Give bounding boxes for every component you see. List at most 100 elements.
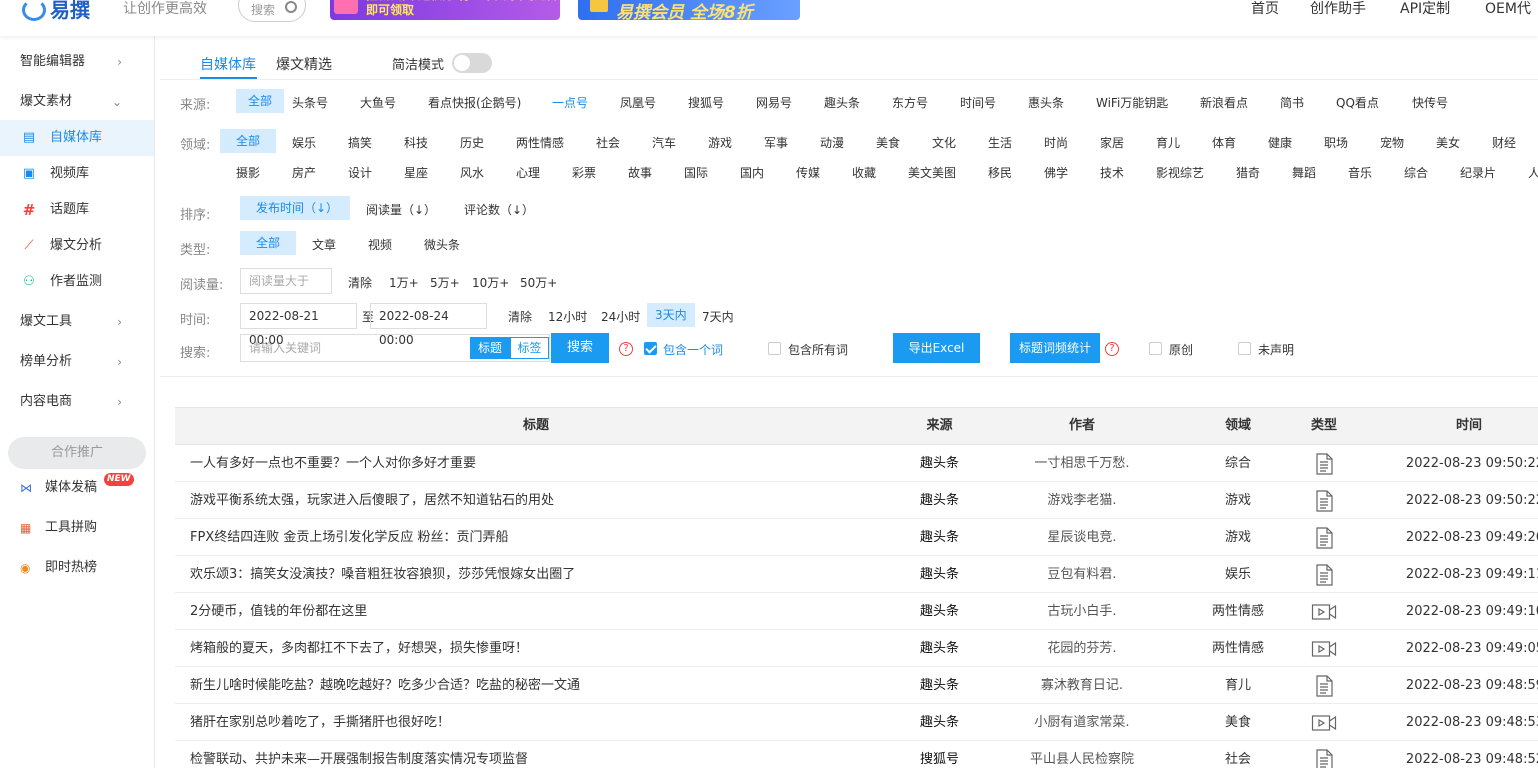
- source-option[interactable]: 趣头条: [824, 94, 860, 111]
- domain-option[interactable]: 人: [1528, 164, 1538, 181]
- row-title[interactable]: 检警联动、共护未来—开展强制报告制度落实情况专项监督: [190, 741, 890, 768]
- domain-option[interactable]: 时尚: [1044, 134, 1068, 151]
- help-icon[interactable]: ?: [619, 342, 633, 356]
- sidebar-group-editor[interactable]: 智能编辑器 ›: [0, 44, 154, 80]
- source-option[interactable]: 新浪看点: [1200, 94, 1248, 111]
- read-clear[interactable]: 清除: [348, 274, 372, 291]
- search-scope-tag[interactable]: 标签: [510, 337, 549, 359]
- contains-all-checkbox[interactable]: [768, 342, 781, 355]
- row-author[interactable]: 古玩小白手.: [982, 593, 1182, 630]
- type-all[interactable]: 全部: [240, 231, 296, 255]
- domain-option[interactable]: 国内: [740, 164, 764, 181]
- domain-option[interactable]: 美食: [876, 134, 900, 151]
- sidebar-group-rank[interactable]: 榜单分析 ›: [0, 344, 154, 380]
- row-title[interactable]: 2分硬币，值钱的年份都在这里: [190, 593, 890, 630]
- help-icon[interactable]: ?: [1105, 342, 1119, 356]
- source-option[interactable]: 头条号: [292, 94, 328, 111]
- nav-assistant[interactable]: 创作助手: [1310, 0, 1366, 18]
- sort-publish-time[interactable]: 发布时间（↓）: [240, 196, 350, 220]
- domain-option[interactable]: 房产: [292, 164, 316, 181]
- original-checkbox[interactable]: [1149, 342, 1162, 355]
- row-title[interactable]: 欢乐颂3：搞笑女没演技？嗓音粗狂妆容狼狈，莎莎凭恨嫁女出圈了: [190, 556, 890, 593]
- undeclared-checkbox[interactable]: [1238, 342, 1251, 355]
- nav-oem[interactable]: OEM代: [1485, 0, 1531, 18]
- col-author[interactable]: 作者: [982, 408, 1182, 444]
- sidebar-item-author-monitor[interactable]: ⚇ 作者监测: [0, 264, 154, 300]
- row-title[interactable]: 游戏平衡系统太强，玩家进入后傻眼了，居然不知道钻石的用处: [190, 482, 890, 519]
- top-search-input[interactable]: 搜索: [238, 0, 306, 22]
- domain-option[interactable]: 美女: [1436, 134, 1460, 151]
- row-author[interactable]: 小厨有道家常菜.: [982, 704, 1182, 741]
- col-source[interactable]: 来源: [897, 408, 982, 444]
- nav-api[interactable]: API定制: [1400, 0, 1450, 18]
- row-author[interactable]: 寡沐教育日记.: [982, 667, 1182, 704]
- domain-option[interactable]: 美文美图: [908, 164, 956, 181]
- time-7d[interactable]: 7天内: [702, 308, 734, 325]
- domain-option[interactable]: 国际: [684, 164, 708, 181]
- search-button[interactable]: 搜索: [551, 333, 609, 363]
- domain-option[interactable]: 家居: [1100, 134, 1124, 151]
- domain-option[interactable]: 财经: [1492, 134, 1516, 151]
- domain-option[interactable]: 影视综艺: [1156, 164, 1204, 181]
- source-option[interactable]: WiFi万能钥匙: [1096, 94, 1168, 111]
- time-24h[interactable]: 24小时: [601, 308, 640, 325]
- col-title[interactable]: 标题: [175, 408, 897, 444]
- source-option[interactable]: 网易号: [756, 94, 792, 111]
- domain-option[interactable]: 设计: [348, 164, 372, 181]
- source-option[interactable]: 东方号: [892, 94, 928, 111]
- read-100k[interactable]: 10万+: [472, 274, 509, 291]
- domain-option[interactable]: 动漫: [820, 134, 844, 151]
- sidebar-item-tool-group-buy[interactable]: ▦ 工具拼购: [0, 510, 154, 546]
- domain-option[interactable]: 历史: [460, 134, 484, 151]
- sidebar-group-tools[interactable]: 爆文工具 ›: [0, 304, 154, 340]
- search-scope-title[interactable]: 标题: [470, 337, 510, 359]
- read-50k[interactable]: 5万+: [430, 274, 460, 291]
- domain-option[interactable]: 收藏: [852, 164, 876, 181]
- time-from-input[interactable]: 2022-08-21 00:00: [240, 303, 357, 347]
- row-author[interactable]: 豆包有料君.: [982, 556, 1182, 593]
- table-row[interactable]: FPX终结四连败 金贡上场引发化学反应 粉丝：贡门弄船 趣头条 星辰谈电竞. 游戏 20…: [175, 519, 1538, 556]
- source-option[interactable]: 凤凰号: [620, 94, 656, 111]
- domain-option[interactable]: 舞蹈: [1292, 164, 1316, 181]
- domain-option[interactable]: 心理: [516, 164, 540, 181]
- domain-option[interactable]: 育儿: [1156, 134, 1180, 151]
- source-option[interactable]: 一点号: [552, 94, 588, 111]
- table-row[interactable]: 2分硬币，值钱的年份都在这里 趣头条 古玩小白手. 两性情感 2022-08-23 09…: [175, 593, 1538, 630]
- source-option[interactable]: 大鱼号: [360, 94, 396, 111]
- domain-option[interactable]: 传媒: [796, 164, 820, 181]
- row-title[interactable]: FPX终结四连败 金贡上场引发化学反应 粉丝：贡门弄船: [190, 519, 890, 556]
- tab-media-lib[interactable]: 自媒体库: [200, 54, 256, 74]
- domain-option[interactable]: 军事: [764, 134, 788, 151]
- contains-one-checkbox[interactable]: [644, 342, 657, 355]
- domain-option[interactable]: 故事: [628, 164, 652, 181]
- domain-option[interactable]: 游戏: [708, 134, 732, 151]
- sidebar-item-media-publish[interactable]: ⋈ 媒体发稿 NEW: [0, 470, 154, 506]
- domain-option[interactable]: 文化: [932, 134, 956, 151]
- row-title[interactable]: 一人有多好一点也不重要？一个人对你多好才重要: [190, 445, 890, 482]
- col-type[interactable]: 类型: [1294, 408, 1354, 444]
- domain-option[interactable]: 汽车: [652, 134, 676, 151]
- coop-promo-button[interactable]: 合作推广: [8, 437, 146, 469]
- domain-option[interactable]: 健康: [1268, 134, 1292, 151]
- type-video[interactable]: 视频: [368, 236, 392, 253]
- sidebar-item-media-lib[interactable]: ▤ 自媒体库: [0, 120, 154, 156]
- col-time[interactable]: 时间: [1354, 408, 1538, 444]
- table-row[interactable]: 猪肝在家别总吵着吃了，手撕猪肝也很好吃！ 趣头条 小厨有道家常菜. 美食 2022-08…: [175, 704, 1538, 741]
- domain-option[interactable]: 搞笑: [348, 134, 372, 151]
- sidebar-group-material[interactable]: 爆文素材 ⌄: [0, 84, 154, 120]
- export-excel-button[interactable]: 导出Excel: [893, 333, 980, 363]
- row-title[interactable]: 猪肝在家别总吵着吃了，手撕猪肝也很好吃！: [190, 704, 890, 741]
- domain-option[interactable]: 综合: [1404, 164, 1428, 181]
- domain-option[interactable]: 生活: [988, 134, 1012, 151]
- table-row[interactable]: 新生儿啥时候能吃盐？越晚吃越好？吃多少合适？吃盐的秘密一文通 趣头条 寡沐教育日记.…: [175, 667, 1538, 704]
- source-option[interactable]: 时间号: [960, 94, 996, 111]
- domain-option[interactable]: 猎奇: [1236, 164, 1260, 181]
- title-freq-button[interactable]: 标题词频统计: [1010, 333, 1100, 363]
- row-author[interactable]: 一寸相思千万愁.: [982, 445, 1182, 482]
- table-row[interactable]: 检警联动、共护未来—开展强制报告制度落实情况专项监督 搜狐号 平山县人民检察院 社会 2…: [175, 741, 1538, 768]
- time-3d[interactable]: 3天内: [647, 303, 695, 327]
- domain-option[interactable]: 技术: [1100, 164, 1124, 181]
- domain-option[interactable]: 体育: [1212, 134, 1236, 151]
- domain-option[interactable]: 星座: [404, 164, 428, 181]
- row-title[interactable]: 新生儿啥时候能吃盐？越晚吃越好？吃多少合适？吃盐的秘密一文通: [190, 667, 890, 704]
